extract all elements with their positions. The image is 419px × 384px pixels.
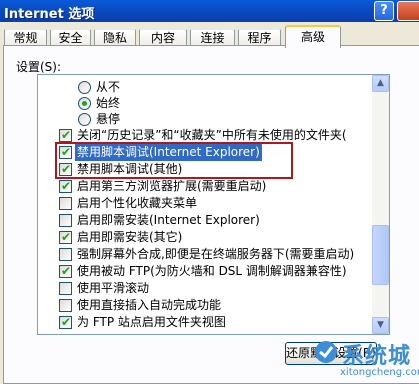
vertical-scrollbar[interactable]: ▲ ▼ — [372, 75, 389, 334]
watermark-text: 系统城 — [342, 344, 412, 369]
list-item-label: 启用第三方浏览器扩展(需要重启动) — [77, 179, 267, 193]
settings-label: 设置(S): — [16, 60, 62, 74]
radio-dot — [82, 101, 87, 106]
highlight-annotation — [55, 142, 293, 179]
tab-strip: 常规 安全 隐私 内容 连接 程序 高级 — [0, 22, 419, 48]
scroll-thumb[interactable] — [372, 225, 389, 285]
checkbox-checked[interactable]: ✔ — [59, 179, 72, 193]
checkbox[interactable] — [59, 299, 72, 312]
watermark-url: xitongcheng.com — [340, 367, 419, 378]
radio-button[interactable] — [78, 113, 91, 126]
list-item-label: 始终 — [96, 96, 121, 110]
radio-button-selected[interactable] — [78, 97, 91, 110]
checkbox[interactable] — [59, 282, 72, 295]
checkbox[interactable] — [59, 248, 72, 261]
list-item-label: 使用被动 FTP(为防火墙和 DSL 调制解调器兼容性) — [77, 264, 347, 278]
list-item-label: 使用平滑滚动 — [77, 281, 150, 295]
checkbox-checked[interactable]: ✔ — [59, 230, 72, 244]
radio-button[interactable] — [78, 81, 91, 94]
list-item-label: 启用个性化收藏夹菜单 — [77, 196, 198, 210]
checkbox-checked[interactable]: ✔ — [59, 315, 72, 329]
watermark-logo: 系统城 xitongcheng.com — [314, 336, 419, 384]
list-item-label: 强制屏幕外合成,即便是在终端服务器下(需要重启动) — [77, 247, 355, 261]
title-bar: Internet 选项 ? — [0, 0, 419, 22]
window-title: Internet 选项 — [4, 7, 95, 22]
list-item-label: 启用即需安装(Internet Explorer) — [77, 213, 260, 227]
scroll-up-button[interactable]: ▲ — [372, 75, 389, 92]
scroll-down-button[interactable]: ▼ — [372, 317, 389, 334]
checkbox[interactable] — [59, 214, 72, 227]
check-icon: ✔ — [61, 264, 72, 278]
list-item-label: 悬停 — [96, 112, 121, 126]
help-button[interactable]: ? — [374, 1, 394, 21]
watermark-icon — [315, 341, 337, 363]
check-icon: ✔ — [61, 315, 72, 329]
checkbox-checked[interactable]: ✔ — [59, 128, 72, 142]
list-item-label: 从不 — [96, 80, 121, 94]
close-button[interactable] — [397, 1, 419, 21]
tab-advanced[interactable]: 高级 — [285, 25, 341, 48]
check-icon: ✔ — [61, 230, 72, 244]
list-item-label: 为 FTP 站点启用文件夹视图 — [77, 315, 226, 329]
checkbox-checked[interactable]: ✔ — [59, 264, 72, 278]
checkbox[interactable] — [59, 197, 72, 210]
list-item-label: 使用直接插入自动完成功能 — [77, 298, 222, 312]
check-icon: ✔ — [61, 179, 72, 193]
list-item-label: 启用即需安装(其它) — [77, 230, 183, 244]
settings-list[interactable]: 从不 始终 悬停 ✔ 关闭“历史记录”和“收藏夹”中所有未使用的文件夹( ✔ 禁… — [37, 74, 390, 335]
